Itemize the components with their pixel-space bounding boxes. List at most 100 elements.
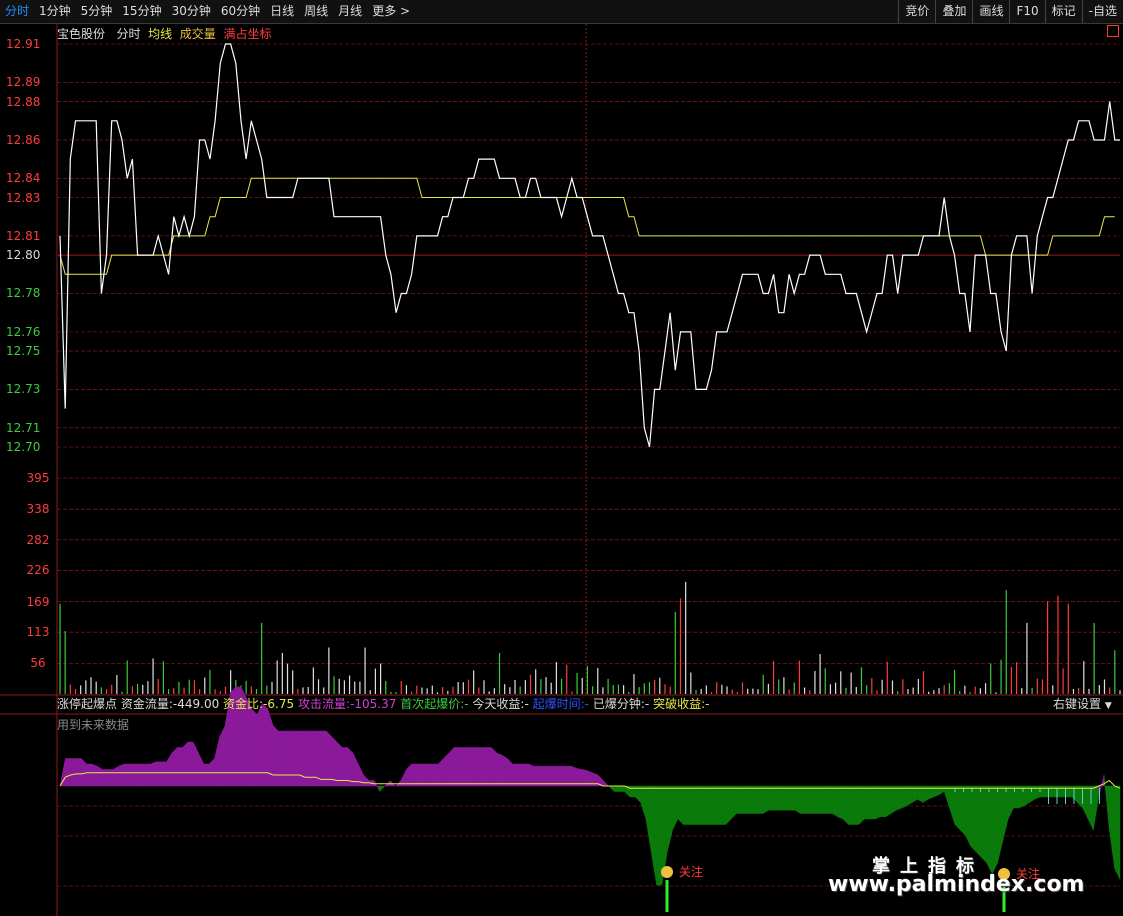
fund-flow-segment (363, 774, 370, 787)
fund-ratio-value: -6.75 (263, 697, 295, 711)
fund-flow-segment (736, 785, 743, 814)
fund-flow-segment (501, 754, 508, 787)
fund-flow-segment (826, 785, 833, 814)
fund-flow-segment (560, 765, 567, 787)
draw-line-button[interactable]: 画线 (972, 0, 1009, 23)
auction-button[interactable]: 竞价 (898, 0, 935, 23)
indicator-settings[interactable]: 右键设置 ▼ (1053, 697, 1112, 713)
fund-flow-segment (469, 747, 476, 787)
fund-flow-segment (959, 785, 966, 837)
fund-flow-segment (166, 752, 173, 787)
tab-60min[interactable]: 60分钟 (216, 0, 265, 23)
fund-flow-segment (203, 763, 210, 787)
fund-flow-segment (326, 730, 332, 787)
fund-flow-segment (533, 765, 540, 787)
fund-flow-segment (331, 735, 338, 787)
fund-flow-segment (704, 785, 711, 825)
fund-flow-segment (432, 763, 439, 787)
overlay-button[interactable]: 叠加 (935, 0, 972, 23)
volume-axis-label: 113 (26, 625, 50, 640)
volume-axis-label: 338 (26, 502, 50, 517)
mark-button[interactable]: 标记 (1044, 0, 1082, 23)
fund-flow-segment (778, 785, 785, 811)
signal-coin-icon (661, 866, 673, 878)
tab-more-label: 更多 (372, 4, 397, 18)
tab-more[interactable]: 更多 > (367, 0, 415, 23)
fund-flow-segment (693, 785, 700, 825)
fund-flow-segment (555, 765, 561, 787)
fund-flow-segment (991, 785, 998, 875)
tab-5min[interactable]: 5分钟 (76, 0, 118, 23)
tab-monthly[interactable]: 月线 (333, 0, 367, 23)
chart-canvas[interactable] (0, 24, 1123, 916)
fund-flow-segment (1066, 785, 1073, 798)
fund-flow-segment (544, 765, 551, 787)
avg-line-legend: 均线 (148, 27, 173, 41)
fund-flow-segment (975, 785, 982, 859)
fund-flow-segment (198, 752, 205, 787)
fund-flow-segment (858, 785, 865, 826)
fund-flow-segment (182, 741, 189, 787)
fund-flow-segment (943, 785, 950, 809)
fund-flow-segment (746, 785, 753, 814)
fund-flow-segment (720, 785, 727, 825)
price-axis-label: 12.88 (6, 94, 41, 109)
fund-flow-segment (672, 785, 679, 831)
mode-label: 分时 (116, 27, 141, 41)
maximize-icon[interactable] (1107, 25, 1119, 37)
fund-flow-segment (848, 785, 854, 825)
indicator-name: 涨停起爆点 (57, 697, 118, 711)
breakout-gain-value: - (705, 697, 710, 711)
fund-flow-segment (176, 747, 183, 787)
f10-button[interactable]: F10 (1009, 0, 1044, 23)
fund-flow-segment (666, 785, 673, 853)
fund-flow-segment (970, 785, 977, 853)
volume-bars (59, 581, 1121, 694)
fund-flow-segment (714, 785, 721, 825)
tab-daily[interactable]: 日线 (265, 0, 299, 23)
price-axis-label: 12.76 (6, 324, 41, 339)
fund-flow-segment (427, 763, 434, 787)
fund-flow-segment (613, 785, 620, 792)
price-axis-label: 12.89 (6, 75, 41, 90)
watchlist-button[interactable]: -自选 (1081, 0, 1123, 23)
fund-flow-segment (752, 785, 759, 814)
tab-weekly[interactable]: 周线 (299, 0, 333, 23)
fund-flow-segment (480, 747, 487, 787)
fund-flow-segment (986, 785, 993, 875)
fund-flow-segment (405, 763, 412, 787)
fund-flow-segment (485, 747, 492, 787)
tab-1min[interactable]: 1分钟 (34, 0, 76, 23)
fund-flow-segment (118, 763, 125, 787)
fund-flow-segment (896, 785, 902, 811)
tab-15min[interactable]: 15分钟 (117, 0, 166, 23)
fund-flow-segment (219, 725, 226, 787)
fund-flow-segment (954, 785, 961, 831)
fund-flow-segment (155, 761, 162, 787)
fund-flow-segment (86, 763, 93, 787)
fund-flow-segment (304, 730, 311, 787)
attack-flow-value: -105.37 (350, 697, 397, 711)
fund-flow-segment (394, 779, 402, 787)
tab-intraday[interactable]: 分时 (0, 0, 34, 23)
fund-flow-segment (299, 730, 306, 787)
fullscreen-coord-label[interactable]: 满占坐标 (223, 27, 271, 41)
burst-minute-label: 已爆分钟: (592, 697, 645, 711)
fund-flow-segment (768, 785, 775, 811)
fund-flow-segment (523, 763, 529, 787)
fund-flow-segment (1002, 785, 1009, 842)
dropdown-icon: ▼ (1104, 701, 1112, 711)
fund-flow-segment (421, 763, 428, 787)
fund-flow-segment (453, 747, 460, 787)
fund-flow-segment (1077, 785, 1083, 809)
attack-flow-label: 攻击流量: (297, 697, 351, 711)
fund-flow-segment (379, 785, 386, 793)
fund-flow-segment (810, 785, 817, 814)
fund-flow-segment (949, 785, 956, 825)
price-line (59, 43, 1120, 448)
fund-flow-segment (816, 785, 822, 814)
tab-30min[interactable]: 30分钟 (167, 0, 216, 23)
fund-flow-segment (128, 763, 135, 787)
fund-flow-segment (187, 741, 194, 787)
period-toolbar: 分时 1分钟 5分钟 15分钟 30分钟 60分钟 日线 周线 月线 更多 > … (0, 0, 1123, 24)
